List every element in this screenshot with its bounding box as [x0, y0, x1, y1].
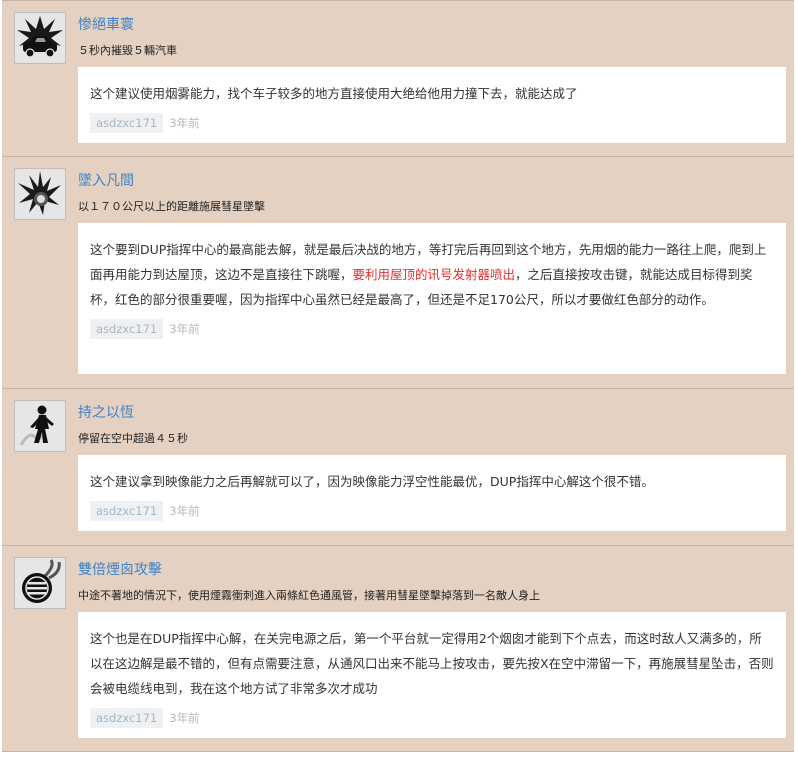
- floating-figure-icon: [14, 400, 66, 452]
- achievement-card: 墜入凡間 以１７０公尺以上的距離施展彗星墜擊 这个要到DUP指挥中心的最高能去解…: [2, 157, 794, 389]
- comment-text-part: 这个建议使用烟雾能力，找个车子较多的地方直接使用大绝给他用力撞下去，就能达成了: [90, 86, 578, 101]
- achievement-description: 停留在空中超過４５秒: [78, 432, 188, 445]
- achievement-card: 惨絕車寰 ５秒內摧毀５輛汽車 这个建议使用烟雾能力，找个车子较多的地方直接使用大…: [2, 0, 794, 157]
- achievement-card: 雙倍煙囪攻擊 中途不著地的情況下，使用煙霧衝刺進入兩條紅色通風管，接著用彗星墜擊…: [2, 546, 794, 752]
- comment-timestamp: 3年前: [169, 711, 200, 725]
- comment-text: 这个也是在DUP指挥中心解，在关完电源之后，第一个平台就一定得用2个烟囱才能到下…: [90, 626, 774, 701]
- achievement-title[interactable]: 持之以恆: [78, 402, 134, 422]
- comment-text: 这个要到DUP指挥中心的最高能去解，就是最后决战的地方，等打完后再回到这个地方，…: [90, 237, 774, 312]
- comment-highlight-text: 要利用屋顶的讯号发射器喷出: [352, 267, 516, 282]
- achievement-description: ５秒內摧毀５輛汽車: [78, 44, 177, 57]
- smoke-vent-icon: [14, 557, 66, 609]
- comment-username[interactable]: asdzxc171: [90, 319, 164, 339]
- achievement-card: 持之以恆 停留在空中超過４５秒 这个建议拿到映像能力之后再解就可以了，因为映像能…: [2, 389, 794, 546]
- achievement-title[interactable]: 雙倍煙囪攻擊: [78, 559, 162, 579]
- comment-text: 这个建议使用烟雾能力，找个车子较多的地方直接使用大绝给他用力撞下去，就能达成了: [90, 81, 774, 106]
- achievement-description: 中途不著地的情況下，使用煙霧衝刺進入兩條紅色通風管，接著用彗星墜擊掉落到一名敵人…: [78, 589, 540, 602]
- meteor-icon: [14, 168, 66, 220]
- comment-text: 这个建议拿到映像能力之后再解就可以了，因为映像能力浮空性能最优，DUP指挥中心解…: [90, 469, 774, 494]
- comment-timestamp: 3年前: [169, 504, 200, 518]
- comment-text-part: 这个也是在DUP指挥中心解，在关完电源之后，第一个平台就一定得用2个烟囱才能到下…: [90, 631, 774, 696]
- achievement-list: 惨絕車寰 ５秒內摧毀５輛汽車 这个建议使用烟雾能力，找个车子较多的地方直接使用大…: [0, 0, 796, 752]
- comment-box: 这个要到DUP指挥中心的最高能去解，就是最后决战的地方，等打完后再回到这个地方，…: [78, 223, 786, 374]
- comment-username[interactable]: asdzxc171: [90, 501, 164, 521]
- comment-box: 这个建议拿到映像能力之后再解就可以了，因为映像能力浮空性能最优，DUP指挥中心解…: [78, 455, 786, 531]
- comment-box: 这个也是在DUP指挥中心解，在关完电源之后，第一个平台就一定得用2个烟囱才能到下…: [78, 612, 786, 738]
- comment-username[interactable]: asdzxc171: [90, 113, 164, 133]
- achievement-description: 以１７０公尺以上的距離施展彗星墜擊: [78, 200, 265, 213]
- comment-text-part: 这个建议拿到映像能力之后再解就可以了，因为映像能力浮空性能最优，DUP指挥中心解…: [90, 474, 654, 489]
- comment-username[interactable]: asdzxc171: [90, 708, 164, 728]
- achievement-title[interactable]: 墜入凡間: [78, 170, 134, 190]
- comment-box: 这个建议使用烟雾能力，找个车子较多的地方直接使用大绝给他用力撞下去，就能达成了 …: [78, 67, 786, 143]
- comment-timestamp: 3年前: [169, 116, 200, 130]
- achievement-title[interactable]: 惨絕車寰: [78, 14, 134, 34]
- car-explosion-icon: [14, 12, 66, 64]
- comment-timestamp: 3年前: [169, 322, 200, 336]
